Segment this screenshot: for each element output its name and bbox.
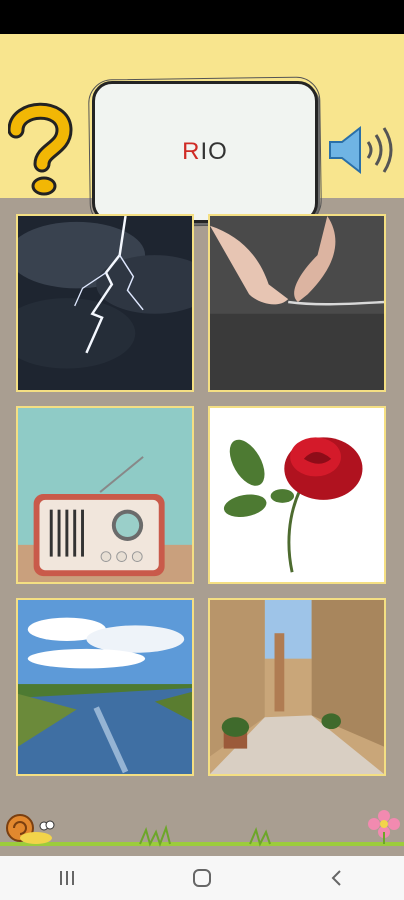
picture-tile-radio[interactable] — [16, 406, 194, 584]
recents-icon — [60, 871, 75, 885]
picture-tile-rope[interactable] — [208, 214, 386, 392]
header: RIO — [0, 34, 404, 223]
radio-image — [18, 408, 192, 582]
highlight-letter: R — [182, 138, 201, 165]
snail-icon — [6, 814, 55, 844]
rose-image — [210, 408, 384, 582]
target-word: RIO — [182, 138, 228, 166]
picture-tile-street[interactable] — [208, 598, 386, 776]
word-rest: IO — [200, 138, 228, 165]
rope-image — [210, 216, 384, 390]
street-image — [210, 600, 384, 774]
word-card: RIO — [92, 81, 318, 223]
home-icon — [192, 869, 211, 887]
nav-back-button[interactable] — [307, 858, 367, 898]
status-bar — [0, 0, 404, 34]
picture-tile-lightning[interactable] — [16, 214, 194, 392]
picture-tile-rose[interactable] — [208, 406, 386, 584]
question-mark-icon[interactable] — [8, 100, 74, 200]
navigation-bar — [0, 856, 404, 900]
speaker-icon[interactable] — [326, 122, 398, 178]
picture-tile-river[interactable] — [16, 598, 194, 776]
nav-recents-button[interactable] — [37, 858, 97, 898]
lightning-image — [18, 216, 192, 390]
nav-home-button[interactable] — [172, 858, 232, 898]
river-image — [18, 600, 192, 774]
footer-decoration — [0, 810, 404, 847]
back-icon — [331, 870, 341, 886]
flower-icon — [368, 810, 400, 844]
